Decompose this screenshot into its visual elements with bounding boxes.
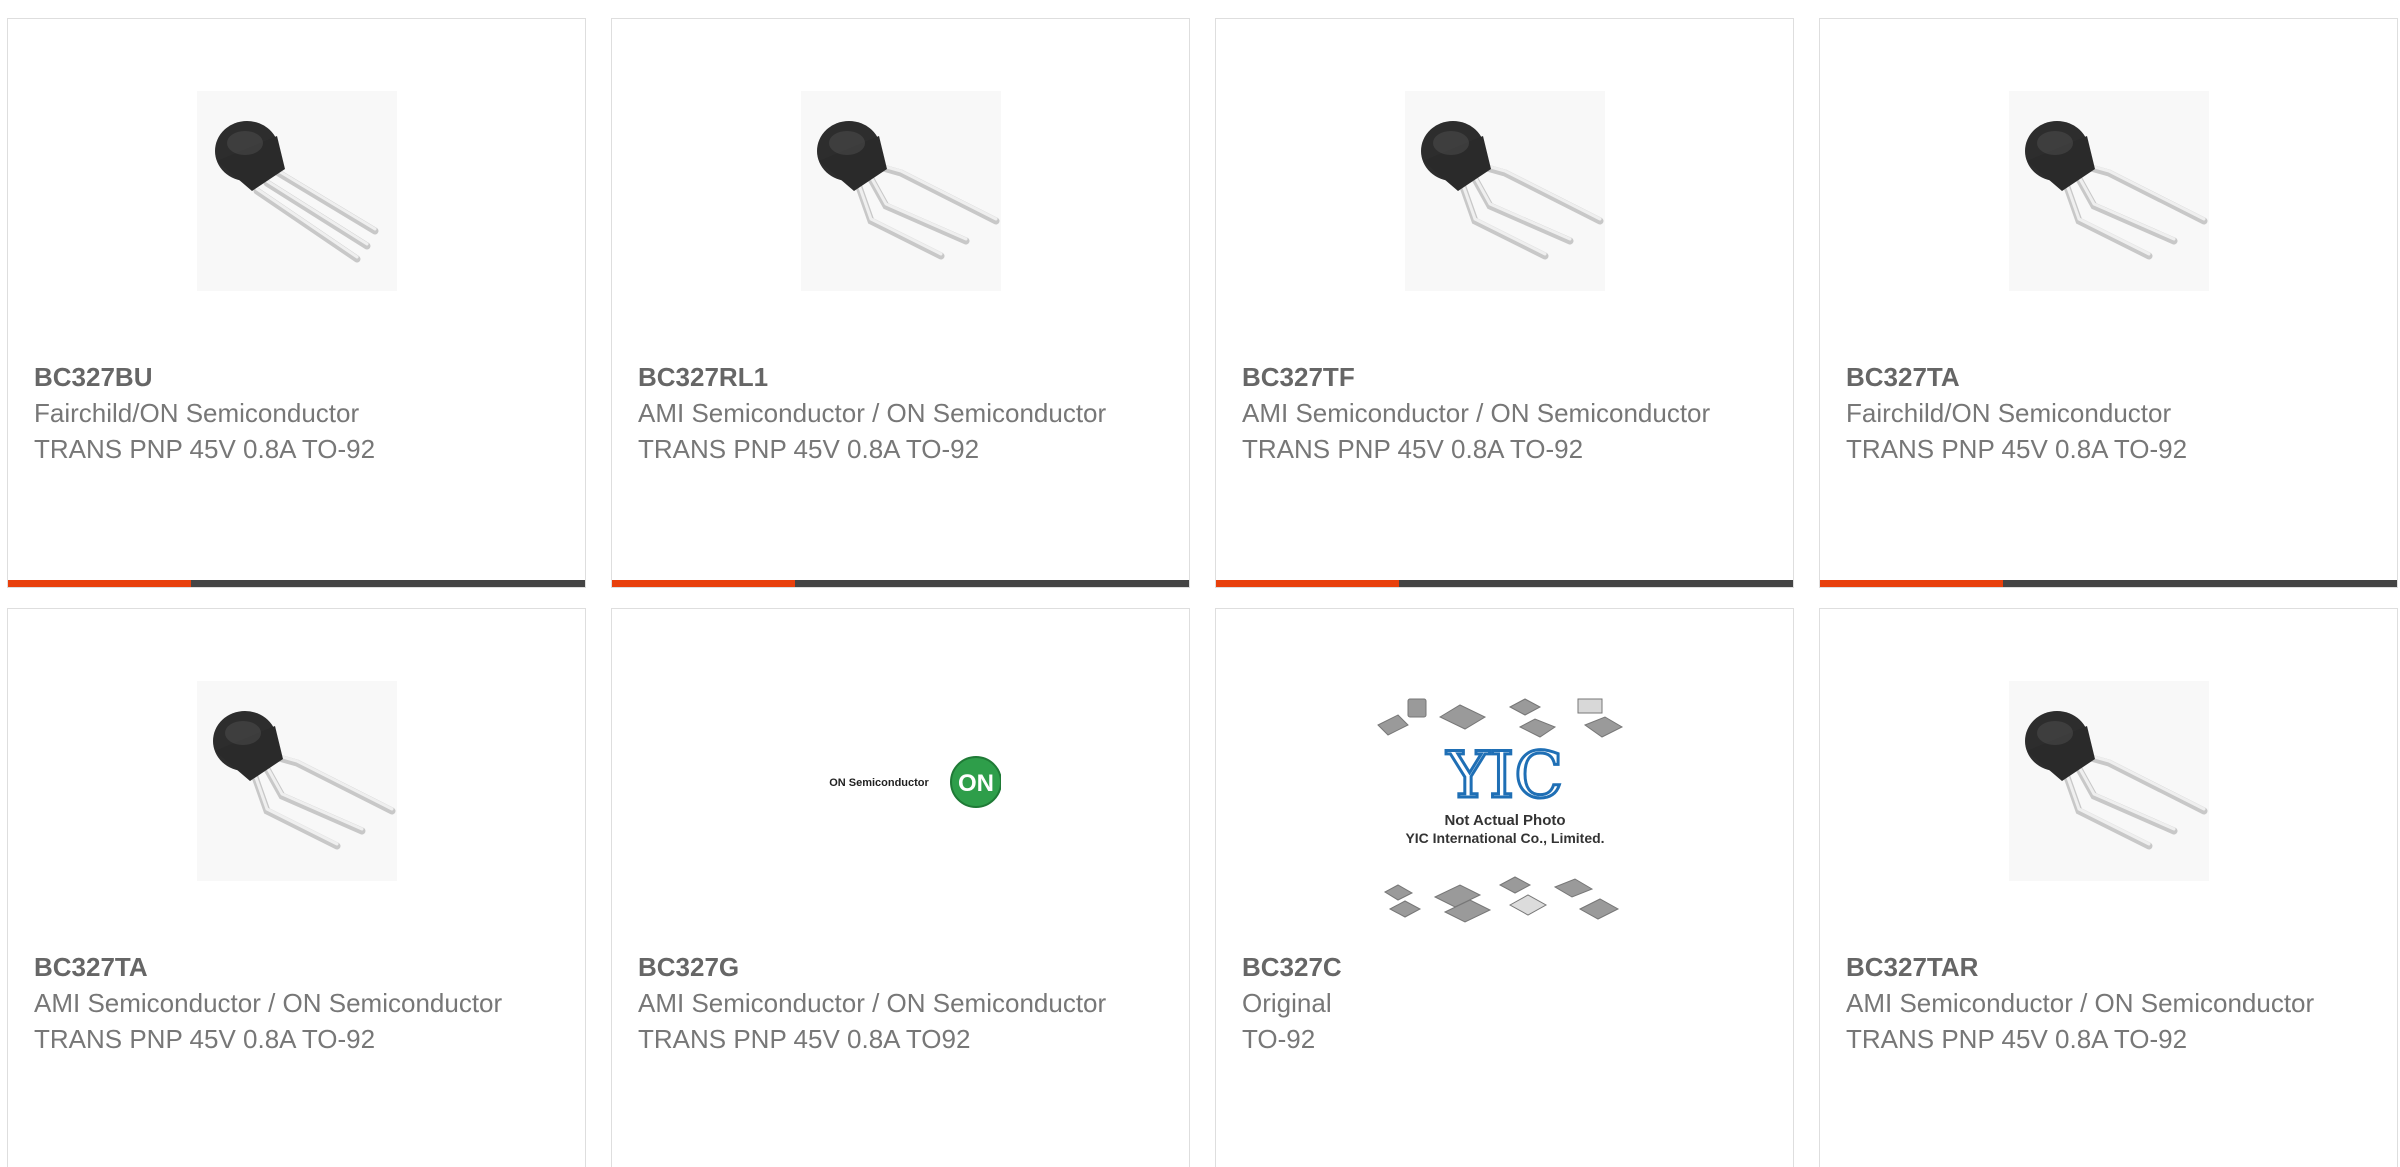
card-bottom-accent — [612, 580, 795, 587]
product-image[interactable] — [196, 91, 397, 291]
description: TRANS PNP 45V 0.8A TO-92 — [1846, 434, 2188, 464]
yic-placeholder-icon: YIC Not Actual Photo YIC International C… — [1359, 687, 1650, 927]
card-bottom-accent — [1216, 580, 1399, 587]
product-card[interactable]: BC327TA AMI Semiconductor / ON Semicondu… — [7, 608, 586, 1167]
description: TRANS PNP 45V 0.8A TO-92 — [1846, 1024, 2188, 1054]
manufacturer: AMI Semiconductor / ON Semiconductor — [638, 988, 1107, 1018]
product-card[interactable]: BC327TAR AMI Semiconductor / ON Semicond… — [1819, 608, 2398, 1167]
description: TRANS PNP 45V 0.8A TO-92 — [1242, 434, 1584, 464]
description: TRANS PNP 45V 0.8A TO92 — [638, 1024, 971, 1054]
product-text: BC327G AMI Semiconductor / ON Semiconduc… — [638, 949, 1163, 1057]
to92-transistor-icon — [196, 91, 397, 291]
to92-transistor-bent-leads-icon — [2008, 681, 2209, 881]
product-image[interactable]: YIC Not Actual Photo YIC International C… — [1359, 687, 1650, 927]
placeholder-line2: YIC International Co., Limited. — [1405, 830, 1604, 846]
product-image[interactable]: ON Semiconductor ON — [800, 681, 1001, 881]
product-image[interactable] — [2008, 91, 2209, 291]
part-number[interactable]: BC327TA — [1846, 359, 2371, 395]
card-bottom-accent — [1820, 580, 2003, 587]
product-text: BC327TA AMI Semiconductor / ON Semicondu… — [34, 949, 559, 1057]
product-grid: BC327BU Fairchild/ON Semiconductor TRANS… — [0, 0, 2400, 1167]
to92-transistor-bent-leads-icon — [196, 681, 397, 881]
product-text: BC327C Original TO-92 — [1242, 949, 1767, 1057]
on-logo-text: ON Semiconductor — [829, 777, 929, 789]
product-card[interactable]: YIC Not Actual Photo YIC International C… — [1215, 608, 1794, 1167]
to92-transistor-bent-leads-icon — [1404, 91, 1605, 291]
product-image[interactable] — [800, 91, 1001, 291]
part-number[interactable]: BC327BU — [34, 359, 559, 395]
product-text: BC327TF AMI Semiconductor / ON Semicondu… — [1242, 359, 1767, 467]
yic-logo-mark: YIC — [1445, 739, 1563, 813]
product-card[interactable]: BC327RL1 AMI Semiconductor / ON Semicond… — [611, 18, 1190, 588]
product-image[interactable] — [196, 681, 397, 881]
card-bottom-bar — [1216, 580, 1793, 587]
part-number[interactable]: BC327TF — [1242, 359, 1767, 395]
product-text: BC327TA Fairchild/ON Semiconductor TRANS… — [1846, 359, 2371, 467]
product-card[interactable]: BC327TA Fairchild/ON Semiconductor TRANS… — [1819, 18, 2398, 588]
product-text: BC327TAR AMI Semiconductor / ON Semicond… — [1846, 949, 2371, 1057]
on-semiconductor-logo: ON Semiconductor ON — [800, 681, 1001, 881]
manufacturer: Fairchild/ON Semiconductor — [1846, 398, 2172, 428]
part-number[interactable]: BC327C — [1242, 949, 1767, 985]
product-text: BC327RL1 AMI Semiconductor / ON Semicond… — [638, 359, 1163, 467]
product-card[interactable]: BC327BU Fairchild/ON Semiconductor TRANS… — [7, 18, 586, 588]
product-card[interactable]: ON Semiconductor ON BC327G AMI Semicondu… — [611, 608, 1190, 1167]
card-bottom-bar — [1820, 580, 2397, 587]
product-card[interactable]: BC327TF AMI Semiconductor / ON Semicondu… — [1215, 18, 1794, 588]
placeholder-line1: Not Actual Photo — [1444, 812, 1565, 829]
description: TRANS PNP 45V 0.8A TO-92 — [638, 434, 980, 464]
description: TRANS PNP 45V 0.8A TO-92 — [34, 434, 376, 464]
card-bottom-bar — [8, 580, 585, 587]
to92-transistor-bent-leads-icon — [800, 91, 1001, 291]
card-bottom-bar — [612, 580, 1189, 587]
product-image[interactable] — [1404, 91, 1605, 291]
manufacturer: AMI Semiconductor / ON Semiconductor — [638, 398, 1107, 428]
part-number[interactable]: BC327TAR — [1846, 949, 2371, 985]
product-text: BC327BU Fairchild/ON Semiconductor TRANS… — [34, 359, 559, 467]
part-number[interactable]: BC327TA — [34, 949, 559, 985]
manufacturer: AMI Semiconductor / ON Semiconductor — [1846, 988, 2315, 1018]
part-number[interactable]: BC327G — [638, 949, 1163, 985]
manufacturer: Fairchild/ON Semiconductor — [34, 398, 360, 428]
to92-transistor-bent-leads-icon — [2008, 91, 2209, 291]
description: TRANS PNP 45V 0.8A TO-92 — [34, 1024, 376, 1054]
manufacturer: Original — [1242, 988, 1332, 1018]
card-bottom-accent — [8, 580, 191, 587]
on-logo-badge: ON — [958, 770, 994, 797]
product-image[interactable] — [2008, 681, 2209, 881]
manufacturer: AMI Semiconductor / ON Semiconductor — [1242, 398, 1711, 428]
manufacturer: AMI Semiconductor / ON Semiconductor — [34, 988, 503, 1018]
part-number[interactable]: BC327RL1 — [638, 359, 1163, 395]
description: TO-92 — [1242, 1024, 1316, 1054]
